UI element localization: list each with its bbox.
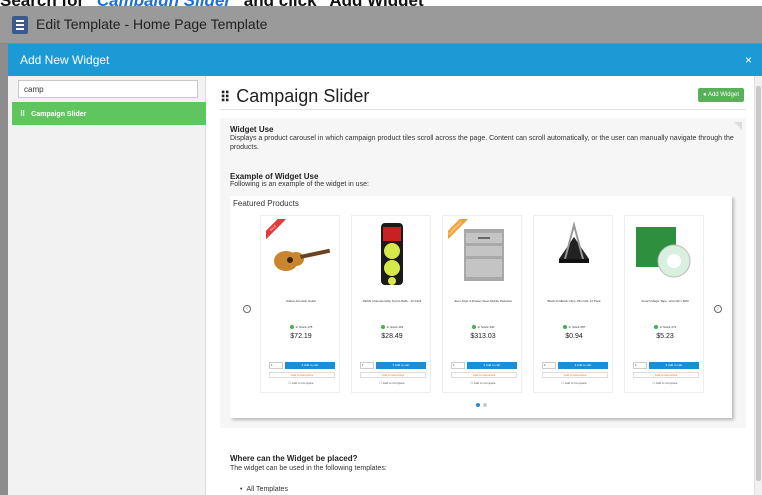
add-to-favourites-button[interactable]: Add to favourites [360,372,426,378]
widget-search-input[interactable] [18,80,198,98]
example-preview: Featured Products ‹ › SALE Starter Acous… [230,196,732,418]
product-price: $28.49 [381,333,403,340]
product-card[interactable]: Black Foldback Clips, 25mmW, 12 Pack In … [533,215,613,393]
add-to-cart-button[interactable]: ▾ Add to cart [376,362,426,369]
background-page-title: Edit Template - Home Page Template [36,16,268,32]
modal-header: Add New Widget × [8,44,762,76]
add-to-compare-checkbox[interactable]: ☐ Add to Compare [443,381,523,385]
add-to-favourites-button[interactable]: Add to favourites [451,372,517,378]
add-to-cart-button[interactable]: ▾ Add to cart [467,362,517,369]
tennis-balls-image [357,219,427,289]
product-name[interactable]: Black Foldback Clips, 25mmW, 12 Pack [536,299,612,303]
quantity-stepper[interactable]: 1 [542,362,556,369]
product-name[interactable]: Starter Acoustic Guitar [263,299,339,303]
add-widget-button[interactable]: ● Add Widget [698,88,744,102]
widget-list-item-label: Campaign Slider [31,111,87,118]
foldback-clips-image [539,219,609,289]
stock-status: In Stock 272 [625,325,705,330]
product-carousel: SALE Starter Acoustic Guitar In Stock 17… [260,215,708,395]
quantity-stepper[interactable]: 1 [451,362,465,369]
grip-icon: ⠿ [20,111,26,118]
close-icon[interactable]: × [745,53,752,67]
drawer-pedestal-image: CLEARANCE [448,219,518,289]
check-icon [562,325,567,330]
chevron-right-icon[interactable]: › [714,305,722,313]
add-to-favourites-button[interactable]: Add to favourites [269,372,335,378]
scrollbar-thumb[interactable] [756,86,761,481]
content-scrollbar[interactable] [754,76,762,495]
check-icon [289,325,294,330]
product-price: $0.94 [565,333,583,340]
product-card[interactable]: CLEARANCE Euro Style 3-Drawer Steel Mobi… [442,215,522,393]
title-divider [220,109,746,110]
add-to-compare-checkbox[interactable]: ☐ Add to Compare [352,381,432,385]
widget-use-heading: Widget Use [230,125,274,134]
product-name[interactable]: PENN Championship Tennis Balls - 12 Pack [354,299,430,303]
guitar-image: SALE [266,219,336,289]
product-card[interactable]: SALE Starter Acoustic Guitar In Stock 17… [260,215,340,393]
grip-icon: ⠿ [220,89,231,105]
plus-circle-icon: ● [703,92,707,98]
add-to-compare-checkbox[interactable]: ☐ Add to Compare [261,381,341,385]
stock-status: In Stock 178 [261,325,341,330]
stock-status: In Stock 287 [534,325,614,330]
check-icon [380,325,385,330]
add-widget-modal: Add New Widget × ⠿ Campaign Slider ⠿Campa… [8,44,762,495]
carousel-dot[interactable] [483,403,487,407]
featured-products-title: Featured Products [233,199,299,208]
modal-title: Add New Widget [20,53,110,67]
add-to-compare-checkbox[interactable]: ☐ Add to Compare [625,381,705,385]
product-card[interactable]: PENN Championship Tennis Balls - 12 Pack… [351,215,431,393]
carousel-pagination [476,403,496,408]
add-to-favourites-button[interactable]: Add to favourites [542,372,608,378]
quantity-stepper[interactable]: 1 [269,362,283,369]
check-icon [471,325,476,330]
widget-title: ⠿ Campaign Slider [220,86,370,106]
background-page-edge [0,44,8,495]
widget-list-pane: ⠿ Campaign Slider [8,76,206,495]
where-text: The widget can be used in the following … [230,465,387,472]
carousel-dot-active[interactable] [476,403,480,407]
example-text: Following is an example of the widget in… [230,181,369,188]
product-price: $72.19 [290,333,312,340]
where-list-item: All Templates [240,486,288,493]
widget-list-item-campaign-slider[interactable]: ⠿ Campaign Slider [12,102,206,125]
product-card[interactable]: Scotch Magic Tape, 12mmW x 66M In Stock … [624,215,704,393]
product-name[interactable]: Scotch Magic Tape, 12mmW x 66M [627,299,703,303]
quantity-stepper[interactable]: 1 [633,362,647,369]
product-price: $5.23 [656,333,674,340]
widget-detail-pane: ⠿ Campaign Slider ● Add Widget Widget Use… [206,76,762,495]
quantity-stepper[interactable]: 1 [360,362,374,369]
widget-use-text: Displays a product carousel in which cam… [230,135,734,151]
add-to-compare-checkbox[interactable]: ☐ Add to Compare [534,381,614,385]
background-page-header: Edit Template - Home Page Template [0,6,762,44]
add-to-cart-button[interactable]: ▾ Add to cart [649,362,699,369]
check-icon [653,325,658,330]
stock-status: In Stock 340 [443,325,523,330]
add-to-favourites-button[interactable]: Add to favourites [633,372,699,378]
template-icon [12,16,28,34]
chevron-left-icon[interactable]: ‹ [243,305,251,313]
where-heading: Where can the Widget be placed? [230,454,358,463]
scotch-tape-image [630,219,700,289]
fold-corner-icon [734,122,742,130]
example-heading: Example of Widget Use [230,172,319,181]
add-to-cart-button[interactable]: ▾ Add to cart [558,362,608,369]
product-price: $313.03 [470,333,496,340]
widget-info-section: Widget Use Displays a product carousel i… [220,118,746,428]
product-name[interactable]: Euro Style 3-Drawer Steel Mobile Pedesta… [445,299,521,303]
stock-status: In Stock 119 [352,325,432,330]
add-to-cart-button[interactable]: ▾ Add to cart [285,362,335,369]
